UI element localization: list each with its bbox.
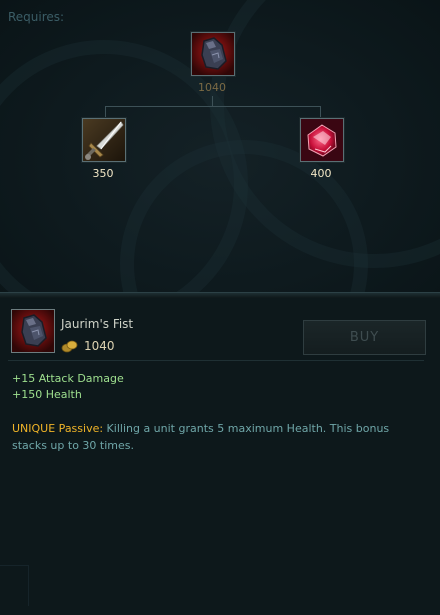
recipe-child-item-long-sword[interactable] xyxy=(82,118,126,162)
item-name: Jaurim's Fist xyxy=(61,317,134,331)
stat-health: +150 Health xyxy=(12,388,82,401)
requires-label: Requires: xyxy=(8,10,65,24)
item-cost: 1040 xyxy=(84,339,115,353)
bottom-corner-tile xyxy=(0,565,29,606)
child-cost-label-ruby-crystal: 400 xyxy=(310,167,332,180)
unique-passive-description: UNIQUE Passive: Killing a unit grants 5 … xyxy=(12,420,412,454)
detail-separator xyxy=(8,360,424,361)
sword-icon xyxy=(83,119,125,161)
parent-cost-label: 1040 xyxy=(198,81,226,94)
gauntlet-icon xyxy=(192,33,234,75)
tree-connector xyxy=(320,106,321,118)
gauntlet-icon xyxy=(12,310,54,352)
selected-item-icon-frame xyxy=(11,309,55,353)
gold-coin-icon xyxy=(61,340,78,353)
recipe-parent-item[interactable] xyxy=(191,32,235,76)
stat-attack-damage: +15 Attack Damage xyxy=(12,372,124,385)
tree-connector xyxy=(105,106,321,107)
item-detail-panel: Jaurim's Fist 1040 BUY +15 Attack Damage… xyxy=(0,298,440,615)
passive-label: UNIQUE Passive: xyxy=(12,422,104,435)
tree-connector xyxy=(105,106,106,118)
child-cost-label-long-sword: 350 xyxy=(92,167,114,180)
ruby-crystal-icon xyxy=(301,119,343,161)
recipe-child-item-ruby-crystal[interactable] xyxy=(300,118,344,162)
buy-button[interactable]: BUY xyxy=(303,320,426,355)
recipe-tree-panel: Requires: 1040 350 400 xyxy=(0,0,440,292)
